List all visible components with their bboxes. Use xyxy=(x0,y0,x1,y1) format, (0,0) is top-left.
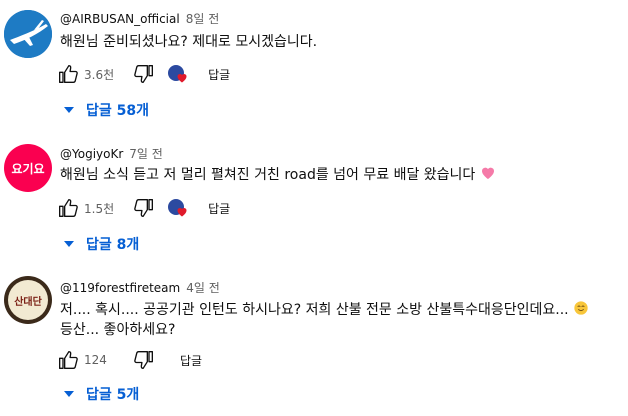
comment-text-line1-row: 저.... 혹시.... 공공기관 인턴도 하시나요? 저희 산불 전문 소방 … xyxy=(60,300,589,320)
thumbs-down-icon xyxy=(134,199,154,217)
like-count: 124 xyxy=(84,353,107,367)
pink-heart-emoji-icon xyxy=(481,167,494,179)
view-replies-button[interactable]: 답글 5개 xyxy=(64,384,139,404)
avatar-forestfire[interactable]: 산대단 xyxy=(4,276,52,324)
avatar-yogiyo[interactable]: 요기요 xyxy=(4,144,52,192)
author-line: @AIRBUSAN_official 8일 전 xyxy=(60,10,219,27)
comment-time[interactable]: 4일 전 xyxy=(186,281,220,295)
airplane-logo-icon xyxy=(4,10,52,58)
reply-button[interactable]: 답글 xyxy=(208,200,230,217)
comment-text-line2: 등산... 좋아하세요? xyxy=(60,322,176,338)
author-name[interactable]: @119forestfireteam xyxy=(60,281,180,295)
heart-icon xyxy=(177,208,187,217)
comment-time[interactable]: 8일 전 xyxy=(186,12,220,26)
comment-text: 해원님 소식 듣고 저 멀리 펼쳐진 거친 road를 넘어 무료 배달 왔습니… xyxy=(60,167,476,183)
author-line: @119forestfireteam 4일 전 xyxy=(60,279,220,296)
avatar-label: 요기요 xyxy=(11,161,45,176)
chevron-down-icon xyxy=(64,241,74,247)
heart-icon xyxy=(177,74,187,83)
like-button[interactable] xyxy=(56,196,80,220)
thumbs-down-icon xyxy=(134,351,153,369)
avatar-label: 산대단 xyxy=(14,296,42,308)
avatar-airbusan[interactable] xyxy=(4,10,52,58)
dislike-button[interactable] xyxy=(132,348,156,372)
like-count: 3.6천 xyxy=(84,67,115,82)
comment-text-line1: 저.... 혹시.... 공공기관 인턴도 하시나요? 저희 산불 전문 소방 … xyxy=(60,302,569,318)
view-replies-button[interactable]: 답글 58개 xyxy=(64,100,149,120)
view-replies-button[interactable]: 답글 8개 xyxy=(64,234,139,254)
comment-text-row: 해원님 소식 듣고 저 멀리 펼쳐진 거친 road를 넘어 무료 배달 왔습니… xyxy=(60,165,496,185)
creator-heart-badge xyxy=(166,62,190,86)
replies-count: 답글 58개 xyxy=(86,103,149,119)
smiling-face-emoji-icon xyxy=(574,301,588,315)
comment-text: 해원님 준비되셨나요? 제대로 모시겠습니다. xyxy=(60,34,318,50)
author-name[interactable]: @YogiyoKr xyxy=(60,147,123,161)
chevron-down-icon xyxy=(64,391,74,397)
creator-heart-badge xyxy=(166,196,190,220)
avatar-inner-badge: 산대단 xyxy=(8,280,48,320)
thumbs-up-icon xyxy=(59,351,78,369)
comment-actions: 3.6천 답글 xyxy=(56,62,230,86)
like-count: 1.5천 xyxy=(84,201,115,216)
chevron-down-icon xyxy=(64,107,74,113)
comment-actions: 124 답글 xyxy=(56,348,202,372)
dislike-button[interactable] xyxy=(132,196,156,220)
author-line: @YogiyoKr 7일 전 xyxy=(60,145,163,162)
like-button[interactable] xyxy=(56,348,80,372)
comment-time[interactable]: 7일 전 xyxy=(129,147,163,161)
dislike-button[interactable] xyxy=(132,62,156,86)
thumbs-down-icon xyxy=(134,65,154,84)
comment-actions: 1.5천 답글 xyxy=(56,196,230,220)
thumbs-up-icon xyxy=(59,199,78,217)
replies-count: 답글 8개 xyxy=(86,237,140,253)
replies-count: 답글 5개 xyxy=(86,387,140,403)
reply-button[interactable]: 답글 xyxy=(208,66,230,83)
author-name[interactable]: @AIRBUSAN_official xyxy=(60,12,180,26)
reply-button[interactable]: 답글 xyxy=(180,352,202,369)
thumbs-up-icon xyxy=(59,65,78,84)
like-button[interactable] xyxy=(56,62,80,86)
